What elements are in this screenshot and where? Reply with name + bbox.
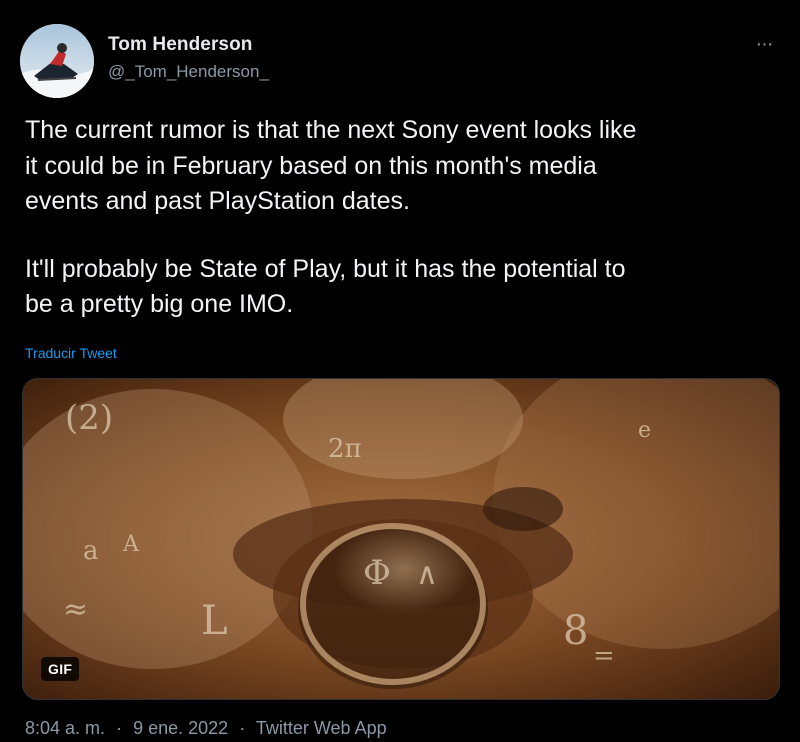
tweet-date[interactable]: 9 ene. 2022 (133, 718, 228, 738)
meta-separator: · (116, 718, 123, 738)
gif-frame: (2) 2π e a A ≈ L 8 = Φ ∧ (23, 379, 779, 699)
tweet-paragraph: The current rumor is that the next Sony … (25, 116, 637, 215)
meta-separator: · (239, 718, 246, 738)
tweet-metadata: 8:04 a. m. · 9 ene. 2022 · Twitter Web A… (25, 718, 387, 739)
avatar[interactable] (20, 24, 94, 98)
more-options-icon[interactable]: ··· (746, 30, 782, 58)
tweet-time[interactable]: 8:04 a. m. (25, 718, 105, 738)
tweet-source[interactable]: Twitter Web App (256, 718, 387, 738)
translate-tweet-link[interactable]: Traducir Tweet (25, 345, 117, 361)
avatar-image (20, 24, 94, 98)
tweet: Tom Henderson @_Tom_Henderson_ ··· The c… (0, 0, 800, 742)
gif-badge: GIF (41, 657, 80, 681)
author-handle[interactable]: @_Tom_Henderson_ (108, 62, 269, 82)
tweet-text: The current rumor is that the next Sony … (25, 113, 785, 323)
tweet-paragraph: It'll probably be State of Play, but it … (25, 254, 626, 319)
author-name[interactable]: Tom Henderson (108, 34, 253, 56)
tweet-media-gif[interactable]: (2) 2π e a A ≈ L 8 = Φ ∧ GIF (22, 378, 780, 700)
